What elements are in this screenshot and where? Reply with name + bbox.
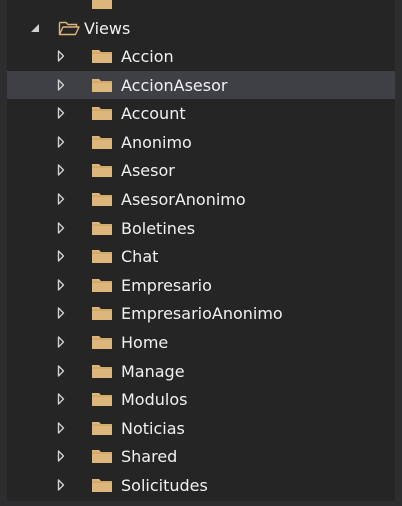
folder-icon (91, 77, 113, 93)
folder-open-icon (58, 20, 80, 36)
tree-label: Empresario (121, 275, 212, 295)
tree-row-modulos[interactable]: Modulos (7, 385, 395, 413)
panel-left-border (0, 0, 7, 506)
collapsed-arrow-icon[interactable] (55, 49, 67, 63)
tree-row-noticias[interactable]: Noticias (7, 414, 395, 442)
tree-label-views: Views (84, 18, 131, 38)
tree-label: Manage (121, 361, 185, 381)
folder-icon (91, 391, 113, 407)
collapsed-arrow-icon[interactable] (55, 78, 67, 92)
tree-label: Asesor (121, 160, 175, 180)
tree-label: Solicitudes (121, 475, 208, 495)
collapsed-arrow-icon[interactable] (55, 192, 67, 206)
tree-label: Anonimo (121, 132, 192, 152)
collapsed-arrow-icon[interactable] (55, 335, 67, 349)
tree-row-home[interactable]: Home (7, 328, 395, 356)
collapsed-arrow-icon[interactable] (55, 478, 67, 492)
folder-icon (91, 363, 113, 379)
tree-row-shared[interactable]: Shared (7, 442, 395, 470)
collapsed-arrow-icon[interactable] (55, 221, 67, 235)
tree-label: AsesorAnonimo (121, 189, 246, 209)
tree-label: Accion (121, 46, 174, 66)
tree-label: Home (121, 332, 169, 352)
solution-explorer-tree: Views Accion AccionAsesor Account Anonimo As… (7, 0, 395, 506)
collapsed-arrow-icon[interactable] (55, 421, 67, 435)
folder-icon (91, 448, 113, 464)
tree-row-solicitudes[interactable]: Solicitudes (7, 471, 395, 499)
tree-label: Boletines (121, 218, 196, 238)
folder-icon (91, 134, 113, 150)
folder-icon (91, 48, 113, 64)
tree-row-accionasesor[interactable]: AccionAsesor (7, 71, 395, 99)
folder-icon (91, 220, 113, 236)
tree-row-asesor[interactable]: Asesor (7, 156, 395, 184)
tree-row-account[interactable]: Account (7, 99, 395, 127)
panel-bottom-border (0, 501, 402, 506)
folder-icon (91, 334, 113, 350)
collapsed-arrow-icon[interactable] (55, 306, 67, 320)
tree-label: Noticias (121, 418, 185, 438)
collapsed-arrow-icon[interactable] (55, 364, 67, 378)
collapsed-arrow-icon[interactable] (55, 278, 67, 292)
folder-icon (91, 0, 113, 10)
folder-icon (91, 162, 113, 178)
collapsed-arrow-icon[interactable] (55, 163, 67, 177)
tree-row-asesoranonimo[interactable]: AsesorAnonimo (7, 185, 395, 213)
tree-label: AccionAsesor (121, 75, 228, 95)
folder-icon (91, 477, 113, 493)
collapsed-arrow-icon[interactable] (55, 135, 67, 149)
tree-label: Modulos (121, 389, 188, 409)
tree-row-views[interactable]: Views (7, 14, 395, 42)
folder-icon (91, 305, 113, 321)
expand-arrow-icon[interactable] (29, 21, 41, 35)
tree-label: Account (121, 103, 186, 123)
tree-row-empresarioanonimo[interactable]: EmpresarioAnonimo (7, 299, 395, 327)
tree-label: Shared (121, 446, 178, 466)
tree-row-accion[interactable]: Accion (7, 42, 395, 70)
tree-row-partial-top (7, 0, 395, 10)
collapsed-arrow-icon[interactable] (55, 106, 67, 120)
collapsed-arrow-icon[interactable] (55, 249, 67, 263)
collapsed-arrow-icon[interactable] (55, 392, 67, 406)
tree-row-manage[interactable]: Manage (7, 357, 395, 385)
folder-icon (91, 420, 113, 436)
tree-label: EmpresarioAnonimo (121, 303, 283, 323)
collapsed-arrow-icon[interactable] (55, 449, 67, 463)
folder-icon (91, 105, 113, 121)
tree-row-anonimo[interactable]: Anonimo (7, 128, 395, 156)
panel-right-border (395, 0, 402, 506)
folder-icon (91, 277, 113, 293)
folder-icon (91, 191, 113, 207)
tree-row-empresario[interactable]: Empresario (7, 271, 395, 299)
solution-explorer-frame: Views Accion AccionAsesor Account Anonimo As… (0, 0, 402, 506)
tree-row-chat[interactable]: Chat (7, 242, 395, 270)
tree-label: Chat (121, 246, 159, 266)
tree-row-boletines[interactable]: Boletines (7, 214, 395, 242)
folder-icon (91, 248, 113, 264)
